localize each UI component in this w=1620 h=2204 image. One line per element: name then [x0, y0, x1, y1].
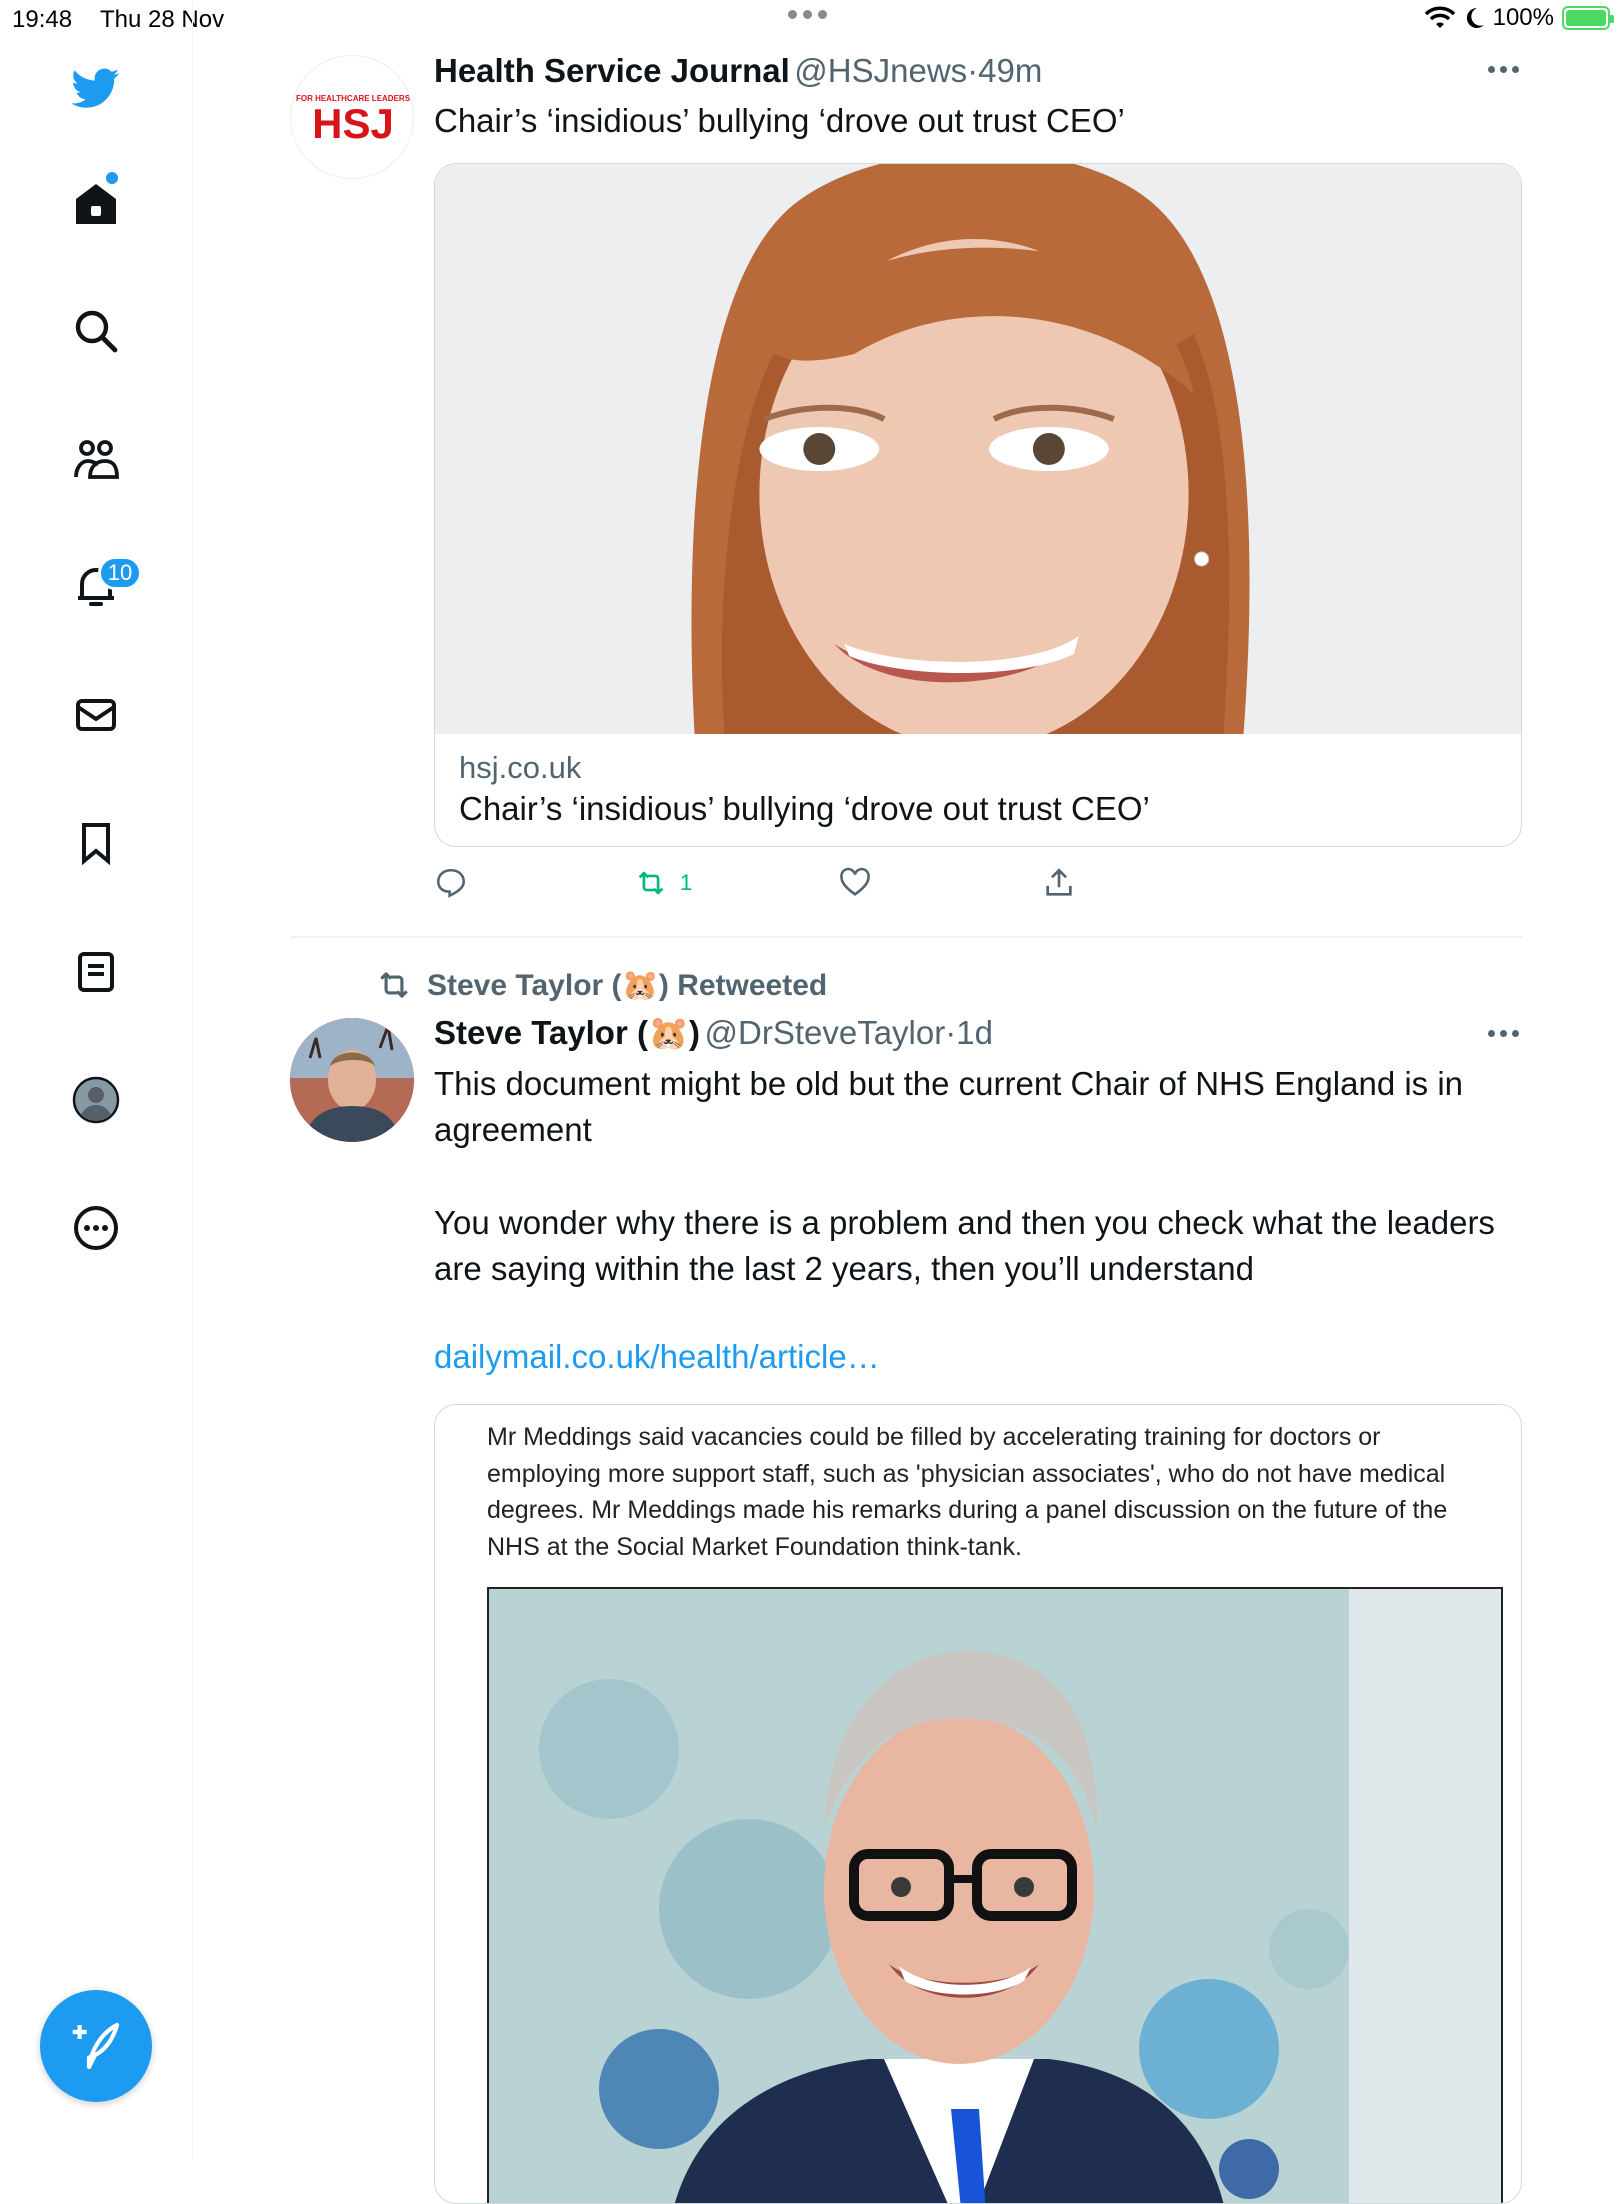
- retweet-button[interactable]: 1: [634, 866, 692, 900]
- retweeted-by-label: Steve Taylor (🐹) Retweeted: [427, 968, 828, 1002]
- home-icon[interactable]: [62, 170, 130, 238]
- tweet-header: Health Service Journal @HSJnews·49m: [434, 52, 1043, 89]
- wifi-icon: [1424, 6, 1455, 28]
- tweet-text-p2: You wonder why there is a problem and th…: [434, 1204, 1495, 1287]
- compose-tweet-button[interactable]: [40, 1990, 152, 2102]
- reply-button[interactable]: [434, 866, 468, 900]
- battery-percent: 100%: [1492, 4, 1554, 31]
- more-icon[interactable]: [62, 1194, 130, 1262]
- card-title: Chair’s ‘insidious’ bullying ‘drove out …: [459, 790, 1150, 827]
- screenshot-article-photo: [487, 1587, 1503, 2203]
- tweet-handle[interactable]: @HSJnews: [794, 52, 967, 89]
- tweet-author[interactable]: Steve Taylor (🐹): [434, 1014, 700, 1051]
- retweet-count: 1: [680, 870, 693, 895]
- card-domain: hsj.co.uk: [459, 750, 582, 785]
- tweet-more-icon[interactable]: [1488, 1030, 1519, 1037]
- tweet-time[interactable]: 49m: [978, 52, 1042, 89]
- home-unread-dot: [106, 172, 118, 184]
- retweeted-by[interactable]: Steve Taylor (🐹) Retweeted: [375, 966, 827, 1004]
- screenshot-article-text: Mr Meddings said vacancies could be fill…: [487, 1423, 1448, 1561]
- attached-image-card[interactable]: Mr Meddings said vacancies could be fill…: [434, 1404, 1522, 2204]
- bookmarks-icon[interactable]: [62, 809, 130, 877]
- tweet-actions: 1: [434, 866, 1134, 906]
- status-bar: 19:48 Thu 28 Nov 100%: [0, 0, 1620, 40]
- messages-icon[interactable]: [62, 681, 130, 749]
- heart-icon: [840, 867, 870, 896]
- profile-icon[interactable]: [62, 1066, 130, 1134]
- reply-icon: [436, 868, 466, 898]
- twitter-logo-icon[interactable]: [62, 54, 130, 122]
- tweet-text-p1: This document might be old but the curre…: [434, 1065, 1464, 1148]
- tweet-author[interactable]: Health Service Journal: [434, 52, 790, 89]
- like-button[interactable]: [838, 866, 872, 900]
- hsj-avatar[interactable]: FOR HEALTHCARE LEADERS HSJ: [290, 55, 414, 179]
- lists-icon[interactable]: [62, 938, 130, 1006]
- tweet-time[interactable]: 1d: [956, 1014, 993, 1051]
- battery-icon: [1562, 6, 1614, 30]
- communities-icon[interactable]: [62, 425, 130, 493]
- share-icon: [1046, 868, 1072, 896]
- multitasking-dots-icon[interactable]: [788, 10, 827, 19]
- tweet-link[interactable]: dailymail.co.uk/health/article…: [434, 1338, 880, 1376]
- search-icon[interactable]: [62, 297, 130, 365]
- retweet-icon: [638, 871, 664, 895]
- card-image: [435, 164, 1521, 734]
- retweet-small-icon: [380, 972, 408, 998]
- notifications-badge: 10: [98, 556, 142, 590]
- steve-taylor-avatar[interactable]: [290, 1018, 414, 1142]
- tweet-text: Chair’s ‘insidious’ bullying ‘drove out …: [434, 102, 1125, 139]
- link-card[interactable]: hsj.co.uk Chair’s ‘insidious’ bullying ‘…: [434, 163, 1522, 847]
- tweet-header: Steve Taylor (🐹) @DrSteveTaylor·1d: [434, 1014, 993, 1051]
- compose-icon: [72, 2022, 120, 2070]
- tweet-more-icon[interactable]: [1488, 66, 1519, 73]
- sidebar: 10: [0, 0, 193, 2160]
- share-button[interactable]: [1042, 866, 1076, 900]
- tweet-divider: [290, 936, 1522, 938]
- status-indicators: 100%: [1424, 4, 1614, 32]
- tweet-handle[interactable]: @DrSteveTaylor: [705, 1014, 946, 1051]
- hsj-logo-text: HSJ: [312, 100, 394, 147]
- moon-icon: [1466, 7, 1484, 28]
